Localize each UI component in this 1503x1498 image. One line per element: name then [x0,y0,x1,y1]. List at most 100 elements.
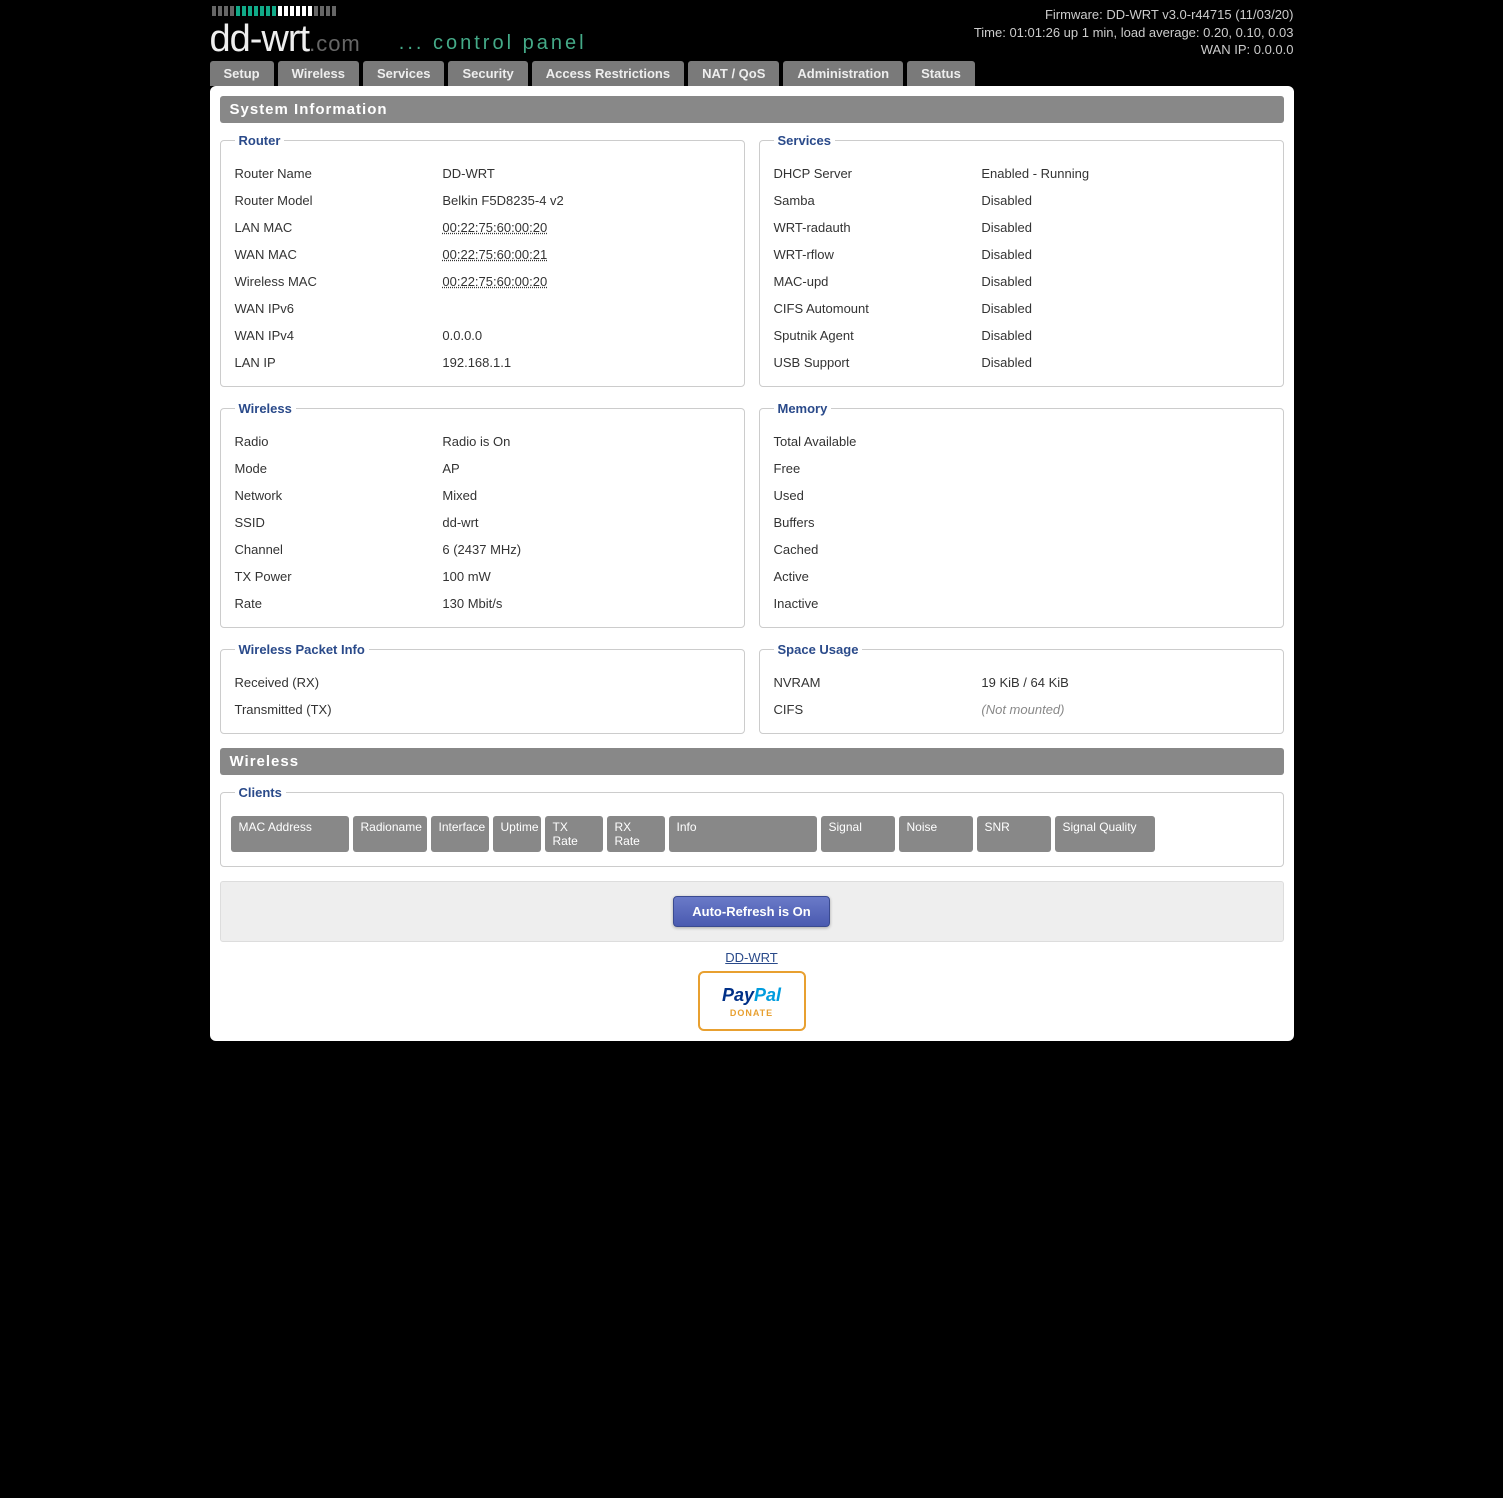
clients-header-signal[interactable]: Signal [821,816,895,852]
tab-setup[interactable]: Setup [210,61,274,86]
ddwrt-link[interactable]: DD-WRT [220,950,1284,965]
wireless-row: TX Power100 mW [231,563,734,590]
memory-legend: Memory [774,401,832,416]
router-label: LAN IP [235,355,443,370]
paypal-logo: PayPal [722,985,781,1006]
tab-security[interactable]: Security [448,61,527,86]
clients-header-interface[interactable]: Interface [431,816,489,852]
router-value [442,301,729,316]
tab-access-restrictions[interactable]: Access Restrictions [532,61,684,86]
router-value: 0.0.0.0 [442,328,729,343]
router-row: Router NameDD-WRT [231,160,734,187]
wireless-label: Channel [235,542,443,557]
memory-label: Total Available [774,434,982,449]
wpi-fieldset: Wireless Packet Info Received (RX) Transm… [220,642,745,734]
space-label: NVRAM [774,675,982,690]
router-fieldset: Router Router NameDD-WRTRouter ModelBelk… [220,133,745,387]
services-row: SambaDisabled [770,187,1273,214]
wireless-row: NetworkMixed [231,482,734,509]
clients-header-tx-rate[interactable]: TX Rate [545,816,603,852]
wireless-value: AP [442,461,729,476]
system-info-title: System Information [220,96,1284,123]
clients-header-noise[interactable]: Noise [899,816,973,852]
router-row: WAN IPv6 [231,295,734,322]
router-row: LAN MAC00:22:75:60:00:20 [231,214,734,241]
memory-row: Active [770,563,1273,590]
clients-header-uptime[interactable]: Uptime [493,816,541,852]
auto-refresh-button[interactable]: Auto-Refresh is On [673,896,829,927]
clients-table: MAC AddressRadionameInterfaceUptimeTX Ra… [231,812,1273,856]
services-label: Samba [774,193,982,208]
router-label: LAN MAC [235,220,443,235]
memory-row: Cached [770,536,1273,563]
wireless-value: 100 mW [442,569,729,584]
memory-fieldset: Memory Total AvailableFreeUsedBuffersCac… [759,401,1284,628]
router-value: DD-WRT [442,166,729,181]
clients-legend: Clients [235,785,286,800]
services-row: USB SupportDisabled [770,349,1273,376]
router-label: Router Model [235,193,443,208]
tab-services[interactable]: Services [363,61,445,86]
clients-header-rx-rate[interactable]: RX Rate [607,816,665,852]
space-fieldset: Space Usage NVRAM19 KiB / 64 KiBCIFS(Not… [759,642,1284,734]
router-label: Router Name [235,166,443,181]
services-value: Disabled [981,355,1268,370]
services-value: Disabled [981,193,1268,208]
wireless-row: RadioRadio is On [231,428,734,455]
wireless-row: SSIDdd-wrt [231,509,734,536]
router-label: WAN IPv4 [235,328,443,343]
memory-value [981,569,1268,584]
services-label: CIFS Automount [774,301,982,316]
router-row: Wireless MAC00:22:75:60:00:20 [231,268,734,295]
wanip-text: WAN IP: 0.0.0.0 [974,41,1294,59]
header: dd-wrt.com ... control panel Firmware: D… [202,0,1302,61]
donate-button[interactable]: PayPal DONATE [698,971,806,1031]
router-row: WAN MAC00:22:75:60:00:21 [231,241,734,268]
router-label: WAN MAC [235,247,443,262]
router-value: 00:22:75:60:00:20 [442,220,729,235]
logo: dd-wrt.com ... control panel [210,6,587,61]
logo-domain: .com [309,31,361,57]
wpi-label: Transmitted (TX) [235,702,443,717]
router-legend: Router [235,133,285,148]
services-label: Sputnik Agent [774,328,982,343]
router-label: WAN IPv6 [235,301,443,316]
services-value: Disabled [981,328,1268,343]
header-info: Firmware: DD-WRT v3.0-r44715 (11/03/20) … [974,6,1294,59]
services-row: Sputnik AgentDisabled [770,322,1273,349]
nav-tabs: SetupWirelessServicesSecurityAccess Rest… [202,61,1302,86]
services-value: Disabled [981,247,1268,262]
wpi-row: Transmitted (TX) [231,696,734,723]
wireless-value: dd-wrt [442,515,729,530]
wireless-section-title: Wireless [220,748,1284,775]
wpi-legend: Wireless Packet Info [235,642,369,657]
services-legend: Services [774,133,836,148]
wireless-label: Radio [235,434,443,449]
tab-nat-qos[interactable]: NAT / QoS [688,61,779,86]
wpi-row: Received (RX) [231,669,734,696]
clients-header-snr[interactable]: SNR [977,816,1051,852]
wireless-value: 6 (2437 MHz) [442,542,729,557]
services-fieldset: Services DHCP ServerEnabled - RunningSam… [759,133,1284,387]
tab-administration[interactable]: Administration [783,61,903,86]
clients-header-radioname[interactable]: Radioname [353,816,427,852]
wireless-label: Mode [235,461,443,476]
services-row: WRT-radauthDisabled [770,214,1273,241]
services-row: CIFS AutomountDisabled [770,295,1273,322]
tab-wireless[interactable]: Wireless [278,61,359,86]
clients-header-mac-address[interactable]: MAC Address [231,816,349,852]
router-value: 00:22:75:60:00:21 [442,247,729,262]
time-text: Time: 01:01:26 up 1 min, load average: 0… [974,24,1294,42]
memory-row: Buffers [770,509,1273,536]
services-row: WRT-rflowDisabled [770,241,1273,268]
clients-header-info[interactable]: Info [669,816,817,852]
wireless-value: Mixed [442,488,729,503]
wpi-value [442,702,729,717]
memory-row: Free [770,455,1273,482]
clients-header-signal-quality[interactable]: Signal Quality [1055,816,1155,852]
tab-status[interactable]: Status [907,61,975,86]
memory-value [981,596,1268,611]
memory-value [981,461,1268,476]
wireless-label: SSID [235,515,443,530]
memory-value [981,515,1268,530]
